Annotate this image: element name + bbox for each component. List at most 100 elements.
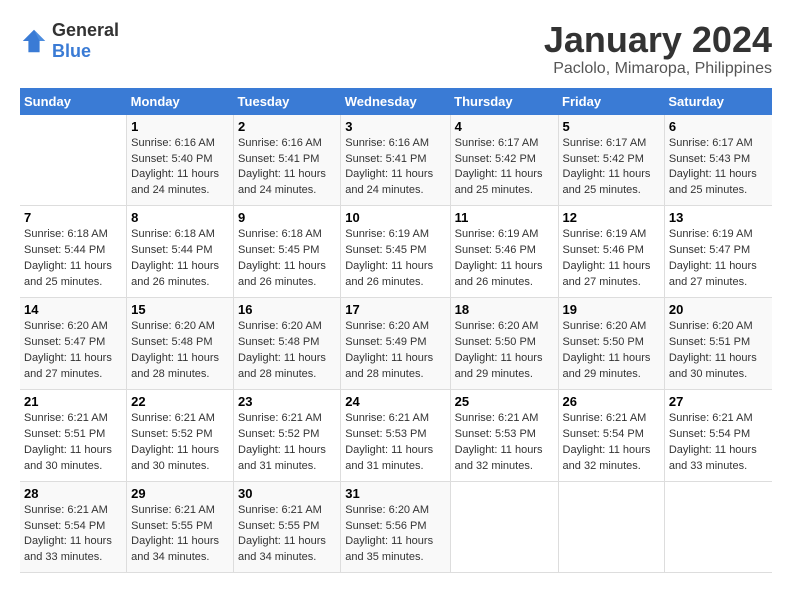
day-info: Sunrise: 6:18 AMSunset: 5:44 PMDaylight:… [131,227,229,291]
calendar-week-row: 28 Sunrise: 6:21 AMSunset: 5:54 PMDayligh… [20,481,772,573]
day-info: Sunrise: 6:17 AMSunset: 5:42 PMDaylight:… [563,136,660,200]
day-of-week-header: Wednesday [341,88,450,115]
day-info: Sunrise: 6:21 AMSunset: 5:55 PMDaylight:… [131,503,229,567]
day-number: 12 [563,210,660,225]
day-info: Sunrise: 6:21 AMSunset: 5:53 PMDaylight:… [455,411,554,475]
calendar-cell: 29 Sunrise: 6:21 AMSunset: 5:55 PMDayligh… [127,481,234,573]
calendar-cell [664,481,772,573]
day-info: Sunrise: 6:21 AMSunset: 5:55 PMDaylight:… [238,503,336,567]
day-info: Sunrise: 6:21 AMSunset: 5:54 PMDaylight:… [24,503,122,567]
logo-blue-text: Blue [52,41,91,61]
day-number: 4 [455,119,554,134]
calendar-cell: 4 Sunrise: 6:17 AMSunset: 5:42 PMDaylight… [450,115,558,206]
day-number: 20 [669,302,768,317]
calendar-cell: 7Sunrise: 6:18 AMSunset: 5:44 PMDaylight… [20,206,127,298]
calendar-cell: 12 Sunrise: 6:19 AMSunset: 5:46 PMDayligh… [558,206,664,298]
day-number: 30 [238,486,336,501]
day-number: 9 [238,210,336,225]
day-info: Sunrise: 6:19 AMSunset: 5:47 PMDaylight:… [669,227,768,291]
calendar-week-row: 14 Sunrise: 6:20 AMSunset: 5:47 PMDayligh… [20,298,772,390]
calendar-cell: 30 Sunrise: 6:21 AMSunset: 5:55 PMDayligh… [234,481,341,573]
calendar-table: SundayMondayTuesdayWednesdayThursdayFrid… [20,88,772,574]
day-info: Sunrise: 6:20 AMSunset: 5:48 PMDaylight:… [238,319,336,383]
calendar-cell: 20 Sunrise: 6:20 AMSunset: 5:51 PMDayligh… [664,298,772,390]
day-number: 3 [345,119,445,134]
day-info: Sunrise: 6:20 AMSunset: 5:56 PMDaylight:… [345,503,445,567]
day-info: Sunrise: 6:19 AMSunset: 5:46 PMDaylight:… [563,227,660,291]
day-info: Sunrise: 6:21 AMSunset: 5:53 PMDaylight:… [345,411,445,475]
day-info: Sunrise: 6:19 AMSunset: 5:46 PMDaylight:… [455,227,554,291]
title-section: January 2024 Paclolo, Mimaropa, Philippi… [544,20,772,78]
calendar-cell: 6 Sunrise: 6:17 AMSunset: 5:43 PMDaylight… [664,115,772,206]
day-number: 23 [238,394,336,409]
day-info: Sunrise: 6:21 AMSunset: 5:52 PMDaylight:… [131,411,229,475]
day-number: 27 [669,394,768,409]
calendar-cell: 10 Sunrise: 6:19 AMSunset: 5:45 PMDayligh… [341,206,450,298]
day-info: Sunrise: 6:20 AMSunset: 5:50 PMDaylight:… [563,319,660,383]
day-number: 28 [24,486,122,501]
calendar-cell [20,115,127,206]
calendar-cell: 8 Sunrise: 6:18 AMSunset: 5:44 PMDaylight… [127,206,234,298]
calendar-cell: 21Sunrise: 6:21 AMSunset: 5:51 PMDayligh… [20,389,127,481]
calendar-cell: 24 Sunrise: 6:21 AMSunset: 5:53 PMDayligh… [341,389,450,481]
day-info: Sunrise: 6:21 AMSunset: 5:54 PMDaylight:… [669,411,768,475]
day-info: Sunrise: 6:18 AMSunset: 5:45 PMDaylight:… [238,227,336,291]
day-number: 21 [24,394,122,409]
day-info: Sunrise: 6:20 AMSunset: 5:51 PMDaylight:… [669,319,768,383]
day-info: Sunrise: 6:19 AMSunset: 5:45 PMDaylight:… [345,227,445,291]
day-number: 19 [563,302,660,317]
calendar-cell: 31Sunrise: 6:20 AMSunset: 5:56 PMDayligh… [341,481,450,573]
day-of-week-header: Tuesday [234,88,341,115]
day-number: 24 [345,394,445,409]
calendar-cell [450,481,558,573]
day-number: 8 [131,210,229,225]
day-number: 5 [563,119,660,134]
calendar-cell: 5 Sunrise: 6:17 AMSunset: 5:42 PMDaylight… [558,115,664,206]
day-number: 11 [455,210,554,225]
day-of-week-header: Thursday [450,88,558,115]
calendar-cell: 27 Sunrise: 6:21 AMSunset: 5:54 PMDayligh… [664,389,772,481]
calendar-week-row: 21Sunrise: 6:21 AMSunset: 5:51 PMDayligh… [20,389,772,481]
day-info: Sunrise: 6:21 AMSunset: 5:52 PMDaylight:… [238,411,336,475]
day-number: 16 [238,302,336,317]
day-info: Sunrise: 6:17 AMSunset: 5:42 PMDaylight:… [455,136,554,200]
logo: General Blue [20,20,119,62]
day-number: 13 [669,210,768,225]
calendar-week-row: 1 Sunrise: 6:16 AMSunset: 5:40 PMDaylight… [20,115,772,206]
calendar-cell [558,481,664,573]
calendar-cell: 2Sunrise: 6:16 AMSunset: 5:41 PMDaylight… [234,115,341,206]
calendar-cell: 19 Sunrise: 6:20 AMSunset: 5:50 PMDayligh… [558,298,664,390]
location-title: Paclolo, Mimaropa, Philippines [544,60,772,78]
calendar-cell: 17 Sunrise: 6:20 AMSunset: 5:49 PMDayligh… [341,298,450,390]
calendar-header-row: SundayMondayTuesdayWednesdayThursdayFrid… [20,88,772,115]
day-info: Sunrise: 6:16 AMSunset: 5:40 PMDaylight:… [131,136,229,200]
day-number: 2 [238,119,336,134]
month-title: January 2024 [544,20,772,60]
day-info: Sunrise: 6:17 AMSunset: 5:43 PMDaylight:… [669,136,768,200]
day-number: 22 [131,394,229,409]
day-number: 29 [131,486,229,501]
day-info: Sunrise: 6:21 AMSunset: 5:54 PMDaylight:… [563,411,660,475]
calendar-cell: 11 Sunrise: 6:19 AMSunset: 5:46 PMDayligh… [450,206,558,298]
day-number: 14 [24,302,122,317]
day-number: 10 [345,210,445,225]
day-info: Sunrise: 6:20 AMSunset: 5:48 PMDaylight:… [131,319,229,383]
day-info: Sunrise: 6:16 AMSunset: 5:41 PMDaylight:… [345,136,445,200]
day-of-week-header: Friday [558,88,664,115]
day-of-week-header: Monday [127,88,234,115]
day-number: 1 [131,119,229,134]
calendar-cell: 22 Sunrise: 6:21 AMSunset: 5:52 PMDayligh… [127,389,234,481]
day-info: Sunrise: 6:20 AMSunset: 5:49 PMDaylight:… [345,319,445,383]
logo-general-text: General [52,20,119,40]
calendar-cell: 23 Sunrise: 6:21 AMSunset: 5:52 PMDayligh… [234,389,341,481]
day-info: Sunrise: 6:20 AMSunset: 5:47 PMDaylight:… [24,319,122,383]
page-header: General Blue January 2024 Paclolo, Mimar… [20,20,772,78]
day-info: Sunrise: 6:20 AMSunset: 5:50 PMDaylight:… [455,319,554,383]
calendar-cell: 13 Sunrise: 6:19 AMSunset: 5:47 PMDayligh… [664,206,772,298]
day-number: 6 [669,119,768,134]
day-number: 25 [455,394,554,409]
day-number: 17 [345,302,445,317]
day-of-week-header: Sunday [20,88,127,115]
calendar-cell: 9 Sunrise: 6:18 AMSunset: 5:45 PMDaylight… [234,206,341,298]
calendar-cell: 26Sunrise: 6:21 AMSunset: 5:54 PMDayligh… [558,389,664,481]
